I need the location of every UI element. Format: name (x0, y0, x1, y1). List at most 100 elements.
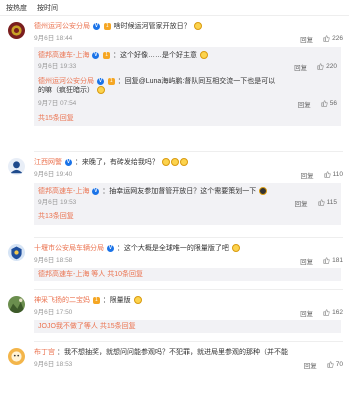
comment-text: 啥时候运河管家开放日？ (113, 23, 191, 30)
like-button[interactable]: 220 (317, 63, 337, 71)
comment-actions: 回复 70 (304, 360, 343, 370)
reply-text: ：抽幸运网友参加督管开放日？这个需要策划一下 (102, 188, 257, 195)
thumbs-up-icon (324, 171, 331, 178)
more-replies-link[interactable]: 共13条回复 (38, 212, 74, 221)
thumbs-up-icon (321, 100, 328, 107)
more-replies-link[interactable]: JOJO我不做了等人 共15条回复 (38, 322, 136, 331)
tab-by-hot[interactable]: 按热度 (6, 3, 27, 13)
verified-icon: V (96, 77, 104, 85)
reply-button[interactable]: 回复 (304, 360, 317, 370)
avatar[interactable] (8, 244, 25, 261)
like-count: 115 (326, 199, 337, 207)
comment-username[interactable]: 布丁宫 (34, 349, 55, 356)
comment-header: 江西网警 V ：来晚了，有砖发给我吗？ (34, 158, 188, 167)
like-button[interactable]: 115 (318, 199, 337, 207)
divider (34, 289, 343, 290)
comment-username[interactable]: 江西网警 (34, 159, 62, 166)
reply-box: 德邦高速车-上海 V 1 ：这个好像……是个好主意 9月6日 19:33 回复 … (34, 47, 341, 126)
reply-box: 德邦高速车-上海 V ：抽幸运网友参加督管开放日？这个需要策划一下 9月6日 1… (34, 183, 341, 225)
reply-button[interactable]: 回复 (300, 308, 313, 318)
avatar[interactable] (8, 158, 25, 175)
comment-username[interactable]: 德州运河公安分局 (34, 23, 90, 30)
thumbs-up-icon (323, 309, 330, 316)
divider (34, 151, 343, 152)
comment-time: 9月6日 18:53 (34, 361, 73, 368)
comment-text: ：限量版 (102, 297, 131, 304)
level-badge: 1 (92, 296, 100, 304)
comment-actions: 回复 110 (301, 170, 343, 180)
thumbs-up-icon (323, 257, 330, 264)
reply-button[interactable]: 回复 (301, 170, 314, 180)
reply-button[interactable]: 回复 (298, 99, 311, 109)
reply-item: 德邦高速车-上海 V 1 ：这个好像……是个好主意 (38, 51, 208, 60)
sunglasses-emoji-icon (259, 187, 268, 196)
like-count: 226 (332, 35, 343, 43)
comment-header: 神采飞扬的二宝妈 1 ：限量版 (34, 296, 142, 305)
comment-time: 9月6日 18:58 (34, 257, 73, 264)
comment-header: 十堰市公安局车辆分局 V ：这个大概是全球唯一的限量版了吧 (34, 244, 240, 253)
more-replies-link[interactable]: 共15条回复 (38, 114, 74, 123)
comment-username[interactable]: 十堰市公安局车辆分局 (34, 245, 104, 252)
avatar[interactable] (8, 296, 25, 313)
reply-button[interactable]: 回复 (295, 198, 308, 208)
reply-actions: 回复 56 (298, 99, 337, 109)
verified-icon: V (92, 51, 100, 59)
reply-username[interactable]: 德邦高速车-上海 (38, 52, 89, 59)
like-count: 70 (335, 361, 343, 369)
like-button[interactable]: 110 (324, 171, 343, 179)
reply-text: ：这个好像……是个好主意 (112, 52, 197, 59)
comment-text: ：来晚了，有砖发给我吗？ (74, 159, 159, 166)
verified-icon: V (92, 187, 100, 195)
like-button[interactable]: 226 (323, 35, 343, 43)
verified-icon: V (64, 158, 72, 166)
reply-item: 德邦高速车-上海 V ：抽幸运网友参加督管开放日？这个需要策划一下 (38, 187, 268, 196)
like-button[interactable]: 162 (323, 309, 343, 317)
reply-button[interactable]: 回复 (294, 62, 307, 72)
comment-time: 9月6日 17:50 (34, 309, 73, 316)
like-button[interactable]: 70 (327, 361, 343, 369)
like-button[interactable]: 56 (321, 100, 337, 108)
smile-emoji-icon (231, 244, 240, 253)
smile-emoji-icon (96, 86, 105, 95)
level-badge: 1 (103, 51, 111, 59)
comment-actions: 回复 226 (300, 34, 343, 44)
avatar[interactable] (8, 348, 25, 365)
avatar[interactable] (8, 22, 25, 39)
reply-button[interactable]: 回复 (300, 34, 313, 44)
reply-button[interactable]: 回复 (300, 256, 313, 266)
smile-emoji-icon (170, 158, 179, 167)
comment-username[interactable]: 神采飞扬的二宝妈 (34, 297, 90, 304)
like-button[interactable]: 181 (323, 257, 343, 265)
reply-time: 9月7日 07:54 (38, 100, 77, 107)
thumbs-up-icon (317, 63, 324, 70)
more-replies-link[interactable]: 德邦高速车-上海 等人 共10条回复 (38, 270, 143, 279)
level-badge: 1 (107, 77, 115, 85)
reply-actions: 回复 220 (294, 62, 337, 72)
reply-username[interactable]: 德邦高速车-上海 (38, 188, 89, 195)
smile-emoji-icon (133, 296, 142, 305)
divider (34, 341, 343, 342)
reply-box: JOJO我不做了等人 共15条回复 (34, 320, 341, 333)
verified-icon: V (92, 22, 100, 30)
like-count: 220 (326, 63, 337, 71)
reply-box: 德邦高速车-上海 等人 共10条回复 (34, 268, 341, 281)
tab-by-time[interactable]: 按时间 (37, 3, 58, 13)
reply-time: 9月6日 19:53 (38, 199, 77, 206)
comment-actions: 回复 162 (300, 308, 343, 318)
level-badge: 1 (103, 22, 111, 30)
thumbs-up-icon (327, 361, 334, 368)
reply-item: 德州运河公安分局 V 1 ：回复@Luna海屿鹏:督队同互相交流一下也是可以的嘛… (38, 77, 278, 95)
comment-header: 布丁宫 ：我不想抽奖，就想问问能参观吗？不犯罪，就进局里参观的那种（并不能 (34, 348, 288, 357)
smile-emoji-icon (179, 158, 188, 167)
smile-emoji-icon (193, 22, 202, 31)
reply-time: 9月6日 19:33 (38, 63, 77, 70)
comment-header: 德州运河公安分局 V 1 啥时候运河管家开放日？ (34, 22, 202, 31)
thumbs-up-icon (323, 35, 330, 42)
like-count: 56 (329, 100, 337, 108)
reply-username[interactable]: 德州运河公安分局 (38, 78, 94, 85)
reply-actions: 回复 115 (295, 198, 337, 208)
like-count: 110 (332, 171, 343, 179)
divider (34, 237, 343, 238)
sort-tabs: 按热度 按时间 (0, 0, 349, 16)
like-count: 162 (332, 309, 343, 317)
